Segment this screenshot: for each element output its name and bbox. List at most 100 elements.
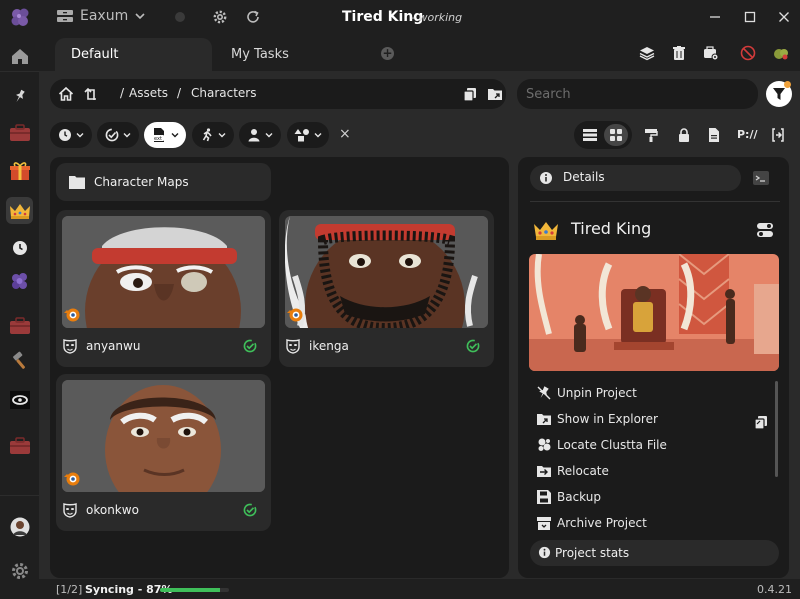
clear-filters-button[interactable]: ×: [339, 126, 351, 142]
backup-action[interactable]: Backup: [537, 487, 601, 507]
filter-icon: [773, 88, 785, 100]
type-filter-chip[interactable]: [287, 122, 329, 148]
list-view-button[interactable]: [578, 124, 602, 146]
chevron-down-icon: [171, 133, 179, 138]
relocate-action[interactable]: Relocate: [537, 461, 609, 481]
level-up-icon[interactable]: [83, 86, 99, 102]
clock-icon: [12, 240, 27, 255]
action-label: Show in Explorer: [557, 412, 658, 426]
details-title: Details: [563, 170, 605, 184]
approved-check-icon: [243, 503, 257, 517]
locate-clustta-file-action[interactable]: Locate Clustta File: [537, 435, 667, 455]
details-panel: Details Tired King Unpin Project Show in…: [518, 157, 789, 578]
assignee-filter-chip[interactable]: [239, 122, 281, 148]
path-prefix-button[interactable]: P://: [737, 128, 758, 141]
refresh-icon[interactable]: [245, 9, 261, 25]
sync-progress-bar: [160, 588, 229, 592]
layers-icon[interactable]: [639, 45, 655, 61]
sidebar-item-home[interactable]: [6, 42, 33, 69]
grapes-icon: [11, 272, 27, 289]
relocate-icon: [537, 466, 551, 477]
search-input[interactable]: [517, 79, 758, 109]
show-in-explorer-action[interactable]: Show in Explorer: [537, 409, 658, 429]
clock-icon: [59, 129, 71, 141]
document-button[interactable]: [706, 127, 722, 143]
folder-icon: [69, 176, 85, 189]
info-icon: [540, 172, 552, 184]
lock-button[interactable]: [676, 127, 692, 143]
folder-item[interactable]: Character Maps: [56, 163, 271, 201]
character-thumbnail-image: [62, 380, 265, 492]
workspace-selector[interactable]: Eaxum: [56, 8, 146, 24]
tab-default[interactable]: Default: [55, 38, 212, 71]
breadcrumb-item-assets[interactable]: Assets: [129, 86, 168, 100]
copy-path-icon[interactable]: [754, 415, 768, 429]
sidebar-item-pinned[interactable]: [6, 82, 33, 109]
gear-icon[interactable]: [212, 9, 228, 25]
recent-filter-chip[interactable]: [50, 122, 92, 148]
check-badge-icon: [105, 128, 119, 142]
folder-open-icon[interactable]: [487, 86, 503, 102]
asset-card-okonkwo[interactable]: okonkwo: [56, 374, 271, 531]
eye-logo-icon: [9, 390, 30, 409]
sidebar-item-project-tired-king[interactable]: [6, 197, 33, 224]
details-scrollbar[interactable]: [775, 381, 778, 477]
asset-card-ikenga[interactable]: ikenga: [279, 210, 494, 367]
blender-icon: [64, 308, 80, 322]
sidebar-item-recent[interactable]: [6, 234, 33, 261]
extension-filter-chip[interactable]: ext: [144, 122, 186, 148]
sidebar-item-project-gift[interactable]: [6, 157, 33, 184]
sidebar-item-project-briefcase-3[interactable]: [6, 432, 33, 459]
no-sync-icon[interactable]: [740, 45, 756, 61]
sidebar-item-project-grapes[interactable]: [6, 267, 33, 294]
project-stats-row[interactable]: Project stats: [530, 540, 779, 566]
terminal-icon[interactable]: [752, 169, 770, 187]
close-button[interactable]: [774, 7, 794, 27]
unpin-project-action[interactable]: Unpin Project: [537, 383, 637, 403]
sidebar-item-project-eye[interactable]: [6, 386, 33, 413]
sidebar-item-project-briefcase-2[interactable]: [6, 312, 33, 339]
user-avatar[interactable]: [6, 513, 33, 540]
asset-card-anyanwu[interactable]: anyanwu: [56, 210, 271, 367]
grid-view-button[interactable]: [604, 124, 628, 146]
breadcrumb-item-characters[interactable]: Characters: [191, 86, 257, 100]
minimize-button[interactable]: [705, 7, 725, 27]
archive-project-action[interactable]: Archive Project: [537, 513, 647, 533]
window-status: - working: [411, 11, 463, 24]
user-icon: [248, 129, 260, 142]
tab-label: Default: [71, 47, 119, 62]
lock-icon: [679, 128, 689, 142]
toggles-icon[interactable]: [756, 221, 774, 239]
cloud-status-icon[interactable]: [772, 45, 790, 61]
sidebar-item-project-briefcase-1[interactable]: [6, 119, 33, 146]
approved-check-icon: [243, 339, 257, 353]
filter-active-badge: [784, 81, 791, 88]
sidebar-item-project-hammer[interactable]: [6, 347, 33, 374]
activity-filter-chip[interactable]: [192, 122, 234, 148]
tab-my-tasks[interactable]: My Tasks: [215, 38, 375, 71]
pin-panel-button[interactable]: [770, 127, 786, 143]
briefcase-settings-icon[interactable]: [703, 45, 719, 61]
settings-button[interactable]: [6, 557, 33, 584]
ext-label: ext: [154, 136, 162, 142]
home-icon: [11, 48, 28, 64]
app-logo-icon[interactable]: [9, 6, 31, 28]
details-header[interactable]: Details: [530, 165, 741, 191]
paint-roller-button[interactable]: [643, 127, 659, 143]
home-icon[interactable]: [58, 86, 74, 102]
asset-name: anyanwu: [86, 339, 141, 353]
add-tab-button[interactable]: +: [381, 47, 394, 60]
locate-icon: [538, 438, 551, 451]
asset-thumbnail: [285, 216, 488, 328]
status-filter-chip[interactable]: [97, 122, 139, 148]
character-thumbnail-image: [62, 216, 265, 328]
trash-icon[interactable]: [671, 45, 687, 61]
minimize-icon: [710, 16, 720, 18]
file-ext-icon: ext: [152, 128, 164, 142]
panel-pin-icon: [772, 128, 784, 142]
copy-path-icon[interactable]: [462, 86, 478, 102]
archive-icon: [537, 517, 551, 530]
maximize-button[interactable]: [740, 7, 760, 27]
sidebar-divider: [0, 495, 39, 496]
folder-open-icon: [537, 414, 551, 425]
